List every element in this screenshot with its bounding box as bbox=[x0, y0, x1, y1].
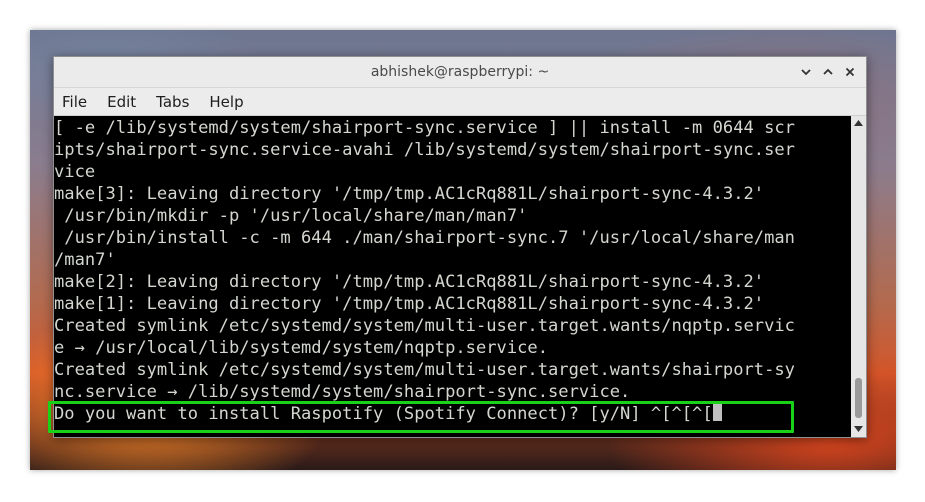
arrow-down-icon bbox=[854, 426, 863, 432]
highlight-box bbox=[48, 401, 794, 433]
chevron-down-icon bbox=[801, 69, 811, 76]
terminal-line: make[1]: Leaving directory '/tmp/tmp.AC1… bbox=[54, 294, 765, 314]
terminal-line: e → /usr/local/lib/systemd/system/nqptp.… bbox=[54, 338, 548, 358]
close-icon bbox=[845, 67, 855, 77]
menu-edit[interactable]: Edit bbox=[105, 91, 138, 113]
terminal-line: nc.service → /lib/systemd/system/shairpo… bbox=[54, 382, 631, 402]
terminal-line: make[2]: Leaving directory '/tmp/tmp.AC1… bbox=[54, 272, 765, 292]
terminal-line: Created symlink /etc/systemd/system/mult… bbox=[54, 360, 795, 380]
minimize-button[interactable] bbox=[796, 62, 816, 82]
maximize-button[interactable] bbox=[818, 62, 838, 82]
terminal-window: abhishek@raspberrypi: ~ File Edit Tabs H… bbox=[48, 56, 867, 438]
window-title: abhishek@raspberrypi: ~ bbox=[370, 64, 550, 80]
terminal-line: Created symlink /etc/systemd/system/mult… bbox=[54, 316, 795, 336]
terminal-line: ipts/shairport-sync.service-avahi /lib/s… bbox=[54, 140, 795, 160]
arrow-up-icon bbox=[854, 120, 863, 126]
terminal-line: make[3]: Leaving directory '/tmp/tmp.AC1… bbox=[54, 184, 765, 204]
close-button[interactable] bbox=[840, 62, 860, 82]
menu-file[interactable]: File bbox=[60, 91, 89, 113]
terminal-output[interactable]: [ -e /lib/systemd/system/shairport-sync.… bbox=[54, 116, 851, 437]
menu-bar: File Edit Tabs Help bbox=[54, 88, 866, 116]
chevron-up-icon bbox=[823, 68, 833, 75]
scroll-down-arrow[interactable] bbox=[851, 423, 866, 435]
scroll-thumb[interactable] bbox=[855, 378, 862, 418]
terminal-line: /usr/bin/mkdir -p '/usr/local/share/man/… bbox=[54, 206, 528, 226]
terminal-line: /usr/bin/install -c -m 644 ./man/shairpo… bbox=[54, 228, 795, 248]
window-controls bbox=[796, 62, 860, 82]
menu-help[interactable]: Help bbox=[207, 91, 245, 113]
terminal-line: [ -e /lib/systemd/system/shairport-sync.… bbox=[54, 118, 795, 138]
terminal-line: vice bbox=[54, 162, 96, 182]
menu-tabs[interactable]: Tabs bbox=[154, 91, 191, 113]
title-bar[interactable]: abhishek@raspberrypi: ~ bbox=[54, 57, 866, 88]
scroll-up-arrow[interactable] bbox=[851, 117, 866, 129]
vertical-scrollbar[interactable] bbox=[851, 116, 866, 437]
terminal-line: /man7' bbox=[54, 250, 116, 270]
